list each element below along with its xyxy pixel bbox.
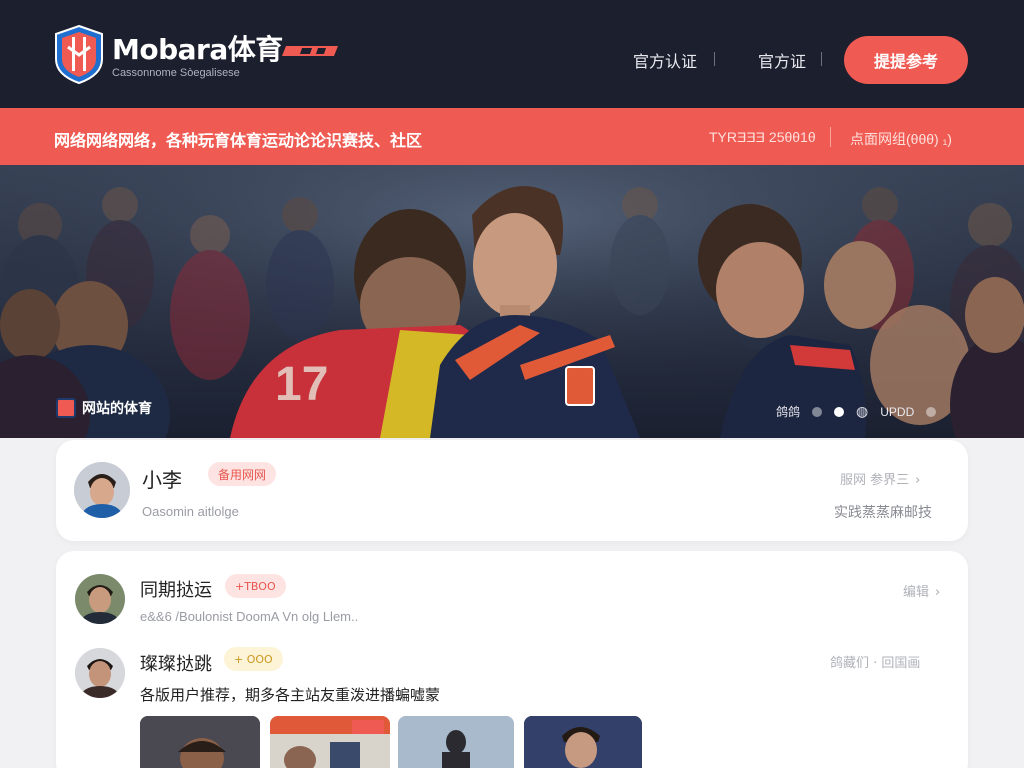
feed-actions[interactable]: 鸽藏们 · 回国画: [830, 652, 920, 671]
banner-stat-right[interactable]: 点面网组(θθθ) ₁): [850, 129, 952, 149]
hero-caption-text: 网站的体育: [82, 401, 152, 417]
carousel-count: UPDD: [880, 404, 915, 419]
carousel-dot-active[interactable]: [834, 406, 845, 417]
thumbnail[interactable]: [398, 716, 514, 768]
shield-logo-icon[interactable]: [54, 25, 104, 84]
hero-image[interactable]: 17: [0, 165, 1024, 438]
user-tag: 备用网网: [208, 462, 277, 486]
nav-divider: [714, 52, 715, 66]
nav-divider: [821, 52, 822, 66]
user-meta: Oasomin aitlolge: [142, 504, 239, 519]
feed-username[interactable]: 璨璨挞跳: [140, 650, 212, 676]
banner-text: 网络网络网络，各种玩育体育运动论论识赛技、社区: [54, 131, 423, 150]
user-avatar-icon: [75, 648, 125, 698]
more-link[interactable]: 服网 参界三 ›: [840, 469, 920, 488]
carousel-dot[interactable]: [926, 406, 937, 417]
thumbnail[interactable]: [524, 716, 642, 768]
card-action-text[interactable]: 实践蒸蒸麻邮技: [834, 502, 932, 522]
svg-text:17: 17: [275, 358, 328, 411]
thumbnail-image: [140, 716, 260, 768]
feed-tag: + OOO: [224, 647, 283, 671]
thumbnail-image: [524, 716, 642, 768]
user-avatar-icon: [74, 462, 130, 518]
user-avatar-icon: [75, 574, 125, 624]
nav-link-official-cert[interactable]: 官方认证: [633, 48, 697, 72]
thumbnail[interactable]: [270, 716, 390, 768]
feed-username[interactable]: 同期挞运: [140, 576, 212, 602]
chevron-right-icon: ›: [915, 473, 921, 488]
avatar[interactable]: [74, 462, 130, 518]
hero-caption: 网站的体育: [56, 398, 152, 418]
football-players-photo: 17: [0, 165, 1024, 438]
avatar[interactable]: [75, 574, 125, 624]
thumbnail-image: [398, 716, 514, 768]
cta-button[interactable]: 提提参考: [844, 36, 968, 84]
more-link-label: 服网 参界三: [840, 473, 910, 488]
thumbnail-image: [270, 716, 390, 768]
banner-divider: [830, 127, 831, 147]
profile-card[interactable]: [56, 440, 968, 541]
chevron-right-icon: ›: [935, 585, 941, 600]
promo-banner: 网络网络网络，各种玩育体育运动论论识赛技、社区 TYRƎƎƎ 25θθ1θ 点面…: [0, 108, 1024, 165]
avatar[interactable]: [75, 648, 125, 698]
feed-body-text: 各版用户推荐，期多各主站友重泼进播蝙嘘蒙: [140, 686, 441, 704]
top-header: Mobara体育 Cassonnome Sòegalisese 官方认证 官方证…: [0, 0, 1024, 108]
brand-name[interactable]: Mobara体育: [112, 28, 283, 68]
brand-stripe-icon: [282, 46, 338, 56]
username[interactable]: 小李: [142, 464, 182, 493]
edit-link[interactable]: 编辑 ›: [903, 581, 940, 600]
carousel-label: 鸽鸽: [776, 405, 801, 419]
nav-link-official[interactable]: 官方证: [758, 48, 806, 72]
feed-tag: +TBOO: [225, 574, 286, 598]
badge-icon: [56, 398, 76, 418]
thumbnail[interactable]: [140, 716, 260, 768]
carousel-indicator-icon[interactable]: ◍: [856, 403, 868, 420]
edit-link-label: 编辑: [903, 585, 930, 600]
carousel-dot[interactable]: [812, 406, 823, 417]
banner-stat-left: TYRƎƎƎ 25θθ1θ: [709, 129, 816, 145]
hero-carousel-controls: 鸽鸽 ◍ UPDD: [776, 403, 937, 420]
brand-tagline: Cassonnome Sòegalisese: [112, 67, 240, 79]
feed-meta: e&&6 /Boulonist DoomA Vn olg Llem..: [140, 609, 359, 624]
